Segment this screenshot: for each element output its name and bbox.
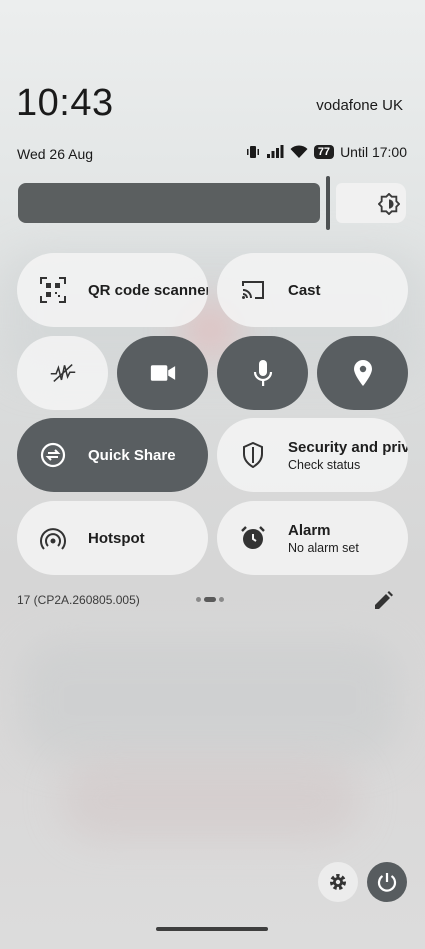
- tile-label: Alarm: [288, 521, 331, 539]
- brightness-slider[interactable]: [17, 176, 407, 230]
- tile-hotspot[interactable]: Hotspot: [17, 501, 208, 575]
- clock[interactable]: 10:43: [16, 82, 114, 125]
- tile-secondary-label: No alarm set: [288, 540, 359, 555]
- brightness-auto-icon: [378, 193, 400, 215]
- brightness-thumb[interactable]: [326, 176, 330, 230]
- page-dot: [196, 597, 201, 602]
- settings-button[interactable]: [318, 862, 358, 902]
- qr-code-icon: [40, 277, 66, 303]
- tile-label: Cast: [288, 281, 321, 299]
- tile-label: Quick Share: [88, 446, 176, 464]
- signal-icon: [266, 145, 284, 158]
- tile-quick-share[interactable]: Quick Share: [17, 418, 208, 492]
- tile-label: Hotspot: [88, 529, 145, 547]
- battery-icon: 77: [313, 145, 335, 159]
- wallpaper-blur: [20, 640, 400, 760]
- tile-label: QR code scanner: [88, 281, 208, 299]
- build-number[interactable]: 17 (CP2A.260805.005): [17, 593, 140, 607]
- tile-qr-code-scanner[interactable]: QR code scanner: [17, 253, 208, 327]
- vibrate-icon: [246, 146, 259, 158]
- page-indicator: [196, 597, 224, 602]
- edit-pencil-icon[interactable]: [372, 590, 394, 612]
- tile-security-and-privacy[interactable]: Security and privacy Check status: [217, 418, 408, 492]
- page-dot: [219, 597, 224, 602]
- tile-secondary-label: Check status: [288, 457, 361, 472]
- cast-icon: [240, 277, 266, 303]
- tile-label: Security and privacy: [288, 438, 408, 456]
- power-icon: [377, 873, 397, 892]
- page-dot-active: [204, 597, 216, 602]
- tile-mobile-data[interactable]: [17, 336, 108, 410]
- microphone-icon: [250, 360, 276, 386]
- date[interactable]: Wed 26 Aug: [17, 146, 93, 162]
- hotspot-icon: [40, 525, 66, 551]
- quick-share-icon: [40, 442, 66, 468]
- tile-microphone-access[interactable]: [217, 336, 308, 410]
- carrier-name: vodafone UK: [316, 97, 403, 114]
- wifi-icon: [290, 145, 308, 158]
- tile-alarm[interactable]: Alarm No alarm set: [217, 501, 408, 575]
- tile-cast[interactable]: Cast: [217, 253, 408, 327]
- wallpaper-blur: [60, 760, 360, 840]
- gesture-handle[interactable]: [156, 927, 268, 931]
- gear-icon: [330, 874, 346, 890]
- battery-estimate: Until 17:00: [340, 144, 407, 160]
- location-pin-icon: [350, 360, 376, 386]
- status-icons: 77 Until 17:00: [246, 144, 407, 160]
- alarm-icon: [240, 525, 266, 551]
- shield-icon: [240, 442, 266, 468]
- tile-location[interactable]: [317, 336, 408, 410]
- camera-icon: [150, 360, 176, 386]
- brightness-fill: [18, 183, 320, 223]
- power-button[interactable]: [367, 862, 407, 902]
- brightness-track: [336, 183, 406, 223]
- data-saver-icon: [50, 360, 76, 386]
- tile-camera-access[interactable]: [117, 336, 208, 410]
